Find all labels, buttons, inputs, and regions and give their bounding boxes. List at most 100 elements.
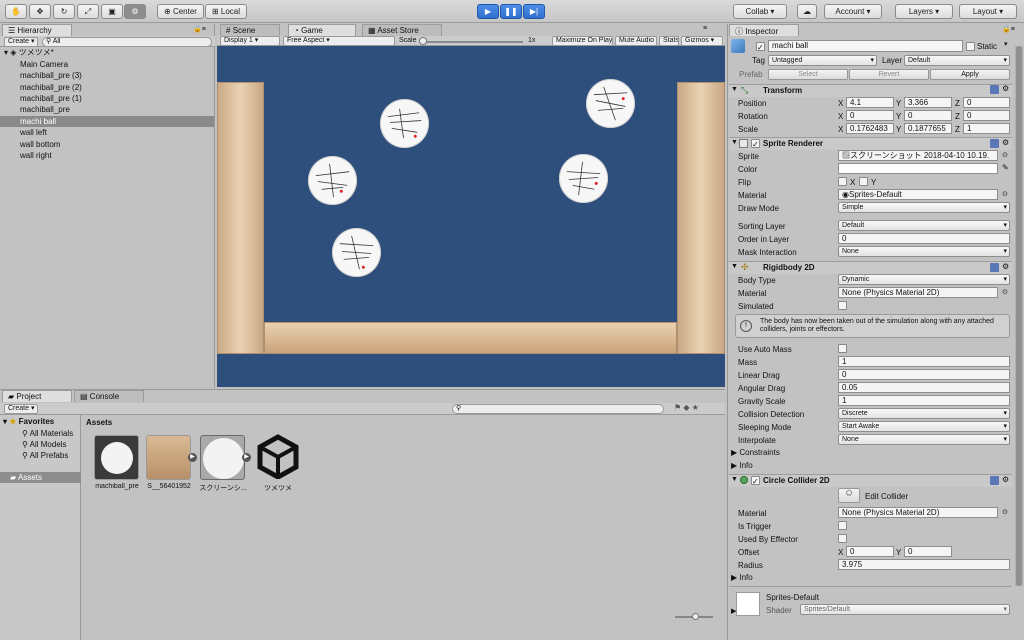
hand-icon[interactable]: ✋ (5, 4, 27, 19)
mask-interaction-dropdown[interactable]: None (838, 246, 1010, 257)
hierarchy-search-input[interactable]: ⚲ All (42, 37, 212, 47)
scale-x-input[interactable]: 0.1762483 (846, 123, 894, 134)
hierarchy-create-button[interactable]: Create (4, 37, 39, 47)
account-dropdown[interactable]: Account ▾ (824, 4, 882, 19)
mass-input[interactable]: 1 (838, 356, 1010, 367)
object-picker-icon[interactable]: ⊙ (1002, 508, 1008, 516)
maximize-on-play-toggle[interactable]: Maximize On Play (552, 36, 613, 46)
offset-y-input[interactable]: 0 (904, 546, 952, 557)
scale-z-input[interactable]: 1 (963, 123, 1010, 134)
gravity-scale-input[interactable]: 1 (838, 395, 1010, 406)
scene-root[interactable]: ▾ ◈ ツメツメ* (0, 47, 214, 58)
aspect-dropdown[interactable]: Free Aspect (283, 36, 395, 46)
position-y-input[interactable]: 3.366 (904, 97, 952, 108)
help-book-icon[interactable] (990, 263, 999, 272)
tab-inspector[interactable]: ⓘ Inspector (729, 24, 799, 36)
unity-scene-icon[interactable] (256, 434, 301, 480)
mute-audio-toggle[interactable]: Mute Audio (615, 36, 657, 46)
step-button[interactable]: ▶| (523, 4, 545, 19)
angular-drag-input[interactable]: 0.05 (838, 382, 1010, 393)
rotation-z-input[interactable]: 0 (963, 110, 1010, 121)
asset-screenshot[interactable] (200, 435, 245, 480)
component-gear-icon[interactable]: ⚙ (1002, 475, 1009, 484)
asset-texture[interactable] (146, 435, 191, 480)
favorite-item[interactable]: ⚲ All Models (22, 440, 67, 449)
rigidbody2d-header[interactable]: Rigidbody 2D (729, 261, 1012, 274)
gameobject-name-input[interactable]: machi ball (768, 40, 963, 52)
pivot-local-button[interactable]: ⊞ Local (205, 4, 247, 19)
cloud-icon[interactable]: ☁ (797, 4, 817, 19)
filter-icons[interactable]: ⚑ ◆ ★ (674, 403, 699, 412)
tag-dropdown[interactable]: Untagged (768, 55, 877, 66)
cc-material-field[interactable]: None (Physics Material 2D) (838, 507, 998, 518)
circle-collider-header[interactable]: Circle Collider 2D (729, 474, 1012, 487)
collision-detection-dropdown[interactable]: Discrete (838, 408, 1010, 419)
cc-info-foldout[interactable]: ▶ Info (731, 573, 753, 582)
flip-y-checkbox[interactable] (859, 177, 868, 186)
sprite-renderer-header[interactable]: Sprite Renderer (729, 137, 1012, 150)
shader-dropdown[interactable]: Sprites/Default (800, 604, 1010, 615)
tab-hierarchy[interactable]: ☰ Hierarchy (2, 24, 72, 36)
eyedropper-icon[interactable]: ✎ (1002, 163, 1009, 172)
scale-slider-thumb[interactable] (419, 37, 427, 45)
project-create-button[interactable]: Create (4, 404, 39, 414)
static-dropdown-icon[interactable]: ▾ (1004, 40, 1008, 48)
lock-icon[interactable]: 🔒≡ (1002, 25, 1015, 33)
tab-console[interactable]: ▤ Console (74, 390, 144, 402)
used-by-effector-checkbox[interactable] (838, 534, 847, 543)
fold-arrow-icon[interactable]: ▼ (731, 86, 738, 93)
prefab-select-button[interactable]: Select (768, 69, 848, 80)
rotate-icon[interactable]: ↻ (53, 4, 75, 19)
favorite-item[interactable]: ⚲ All Materials (22, 429, 73, 438)
layer-dropdown[interactable]: Default (904, 55, 1010, 66)
fold-arrow-icon[interactable]: ▼ (731, 476, 738, 483)
tab-scene[interactable]: # Scene (220, 24, 280, 36)
tab-game[interactable]: ◔ Game (288, 24, 356, 36)
object-picker-icon[interactable]: ⊙ (1002, 288, 1008, 296)
scrollbar-thumb[interactable] (1016, 46, 1022, 586)
hierarchy-item[interactable]: wall left (0, 127, 214, 138)
play-button[interactable]: ▶ (477, 4, 499, 19)
prefab-apply-button[interactable]: Apply (930, 69, 1010, 80)
constraints-foldout[interactable]: ▶ Constraints (731, 448, 780, 457)
use-auto-mass-checkbox[interactable] (838, 344, 847, 353)
stats-toggle[interactable]: Stats (659, 36, 679, 46)
inspector-scrollbar[interactable] (1015, 46, 1023, 586)
fold-arrow-icon[interactable]: ▶ (731, 607, 736, 615)
rect-icon[interactable]: ▣ (101, 4, 123, 19)
layers-dropdown[interactable]: Layers ▾ (895, 4, 953, 19)
pivot-center-button[interactable]: ⊕ Center (157, 4, 204, 19)
component-gear-icon[interactable]: ⚙ (1002, 138, 1009, 147)
transform-header[interactable]: Transform (729, 84, 1012, 97)
circle-collider-enabled-checkbox[interactable]: ✓ (751, 476, 760, 486)
hierarchy-item[interactable]: machiball_pre (1) (0, 93, 214, 104)
radius-input[interactable]: 3.975 (838, 559, 1010, 570)
expand-icon[interactable]: ▶ (188, 453, 197, 462)
object-picker-icon[interactable]: ⊙ (1002, 190, 1008, 198)
sprite-field[interactable]: ▨スクリーンショット 2018-04-10 10.19. (838, 150, 998, 161)
help-book-icon[interactable] (990, 139, 999, 148)
position-x-input[interactable]: 4.1 (846, 97, 894, 108)
favorite-item[interactable]: ⚲ All Prefabs (22, 451, 68, 460)
active-checkbox[interactable]: ✓ (756, 42, 765, 52)
flip-x-checkbox[interactable] (838, 177, 847, 186)
tab-project[interactable]: ▰ Project (2, 390, 72, 402)
asset-prefab[interactable] (94, 435, 139, 480)
hierarchy-item[interactable]: machiball_pre (3) (0, 70, 214, 81)
rb-material-field[interactable]: None (Physics Material 2D) (838, 287, 998, 298)
move-icon[interactable]: ✥ (29, 4, 51, 19)
pause-button[interactable]: ❚❚ (500, 4, 522, 19)
sleeping-mode-dropdown[interactable]: Start Awake (838, 421, 1010, 432)
prefab-revert-button[interactable]: Revert (849, 69, 929, 80)
rotation-x-input[interactable]: 0 (846, 110, 894, 121)
lock-icon[interactable]: 🔒≡ (193, 25, 206, 33)
help-book-icon[interactable] (990, 476, 999, 485)
layout-dropdown[interactable]: Layout ▾ (959, 4, 1017, 19)
fold-arrow-icon[interactable]: ▼ (731, 263, 738, 270)
sprite-renderer-enabled-checkbox[interactable]: ✓ (751, 139, 760, 149)
hierarchy-item[interactable]: machiball_pre (2) (0, 82, 214, 93)
project-search-input[interactable]: ⚲ (452, 404, 664, 414)
order-in-layer-input[interactable]: 0 (838, 233, 1010, 244)
body-type-dropdown[interactable]: Dynamic (838, 274, 1010, 285)
hierarchy-item-selected[interactable]: machi ball (0, 116, 214, 127)
